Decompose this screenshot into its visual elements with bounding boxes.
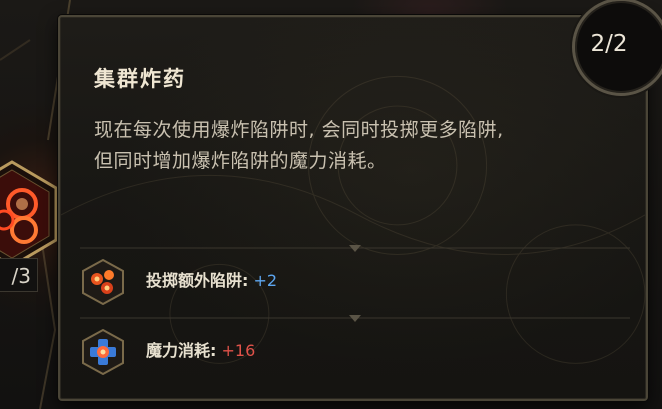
- skill-rank-badge: 2/2: [572, 0, 662, 96]
- stat-label: 投掷额外陷阱:: [146, 271, 249, 290]
- stat-row-extra-traps: 投掷额外陷阱: +2: [80, 253, 630, 309]
- skill-description: 现在每次使用爆炸陷阱时, 会同时投掷更多陷阱, 但同时增加爆炸陷阱的魔力消耗。: [94, 115, 634, 177]
- section-divider: [80, 315, 630, 322]
- skill-title: 集群炸药: [94, 67, 186, 91]
- description-line-1: 现在每次使用爆炸陷阱时, 会同时投掷更多陷阱,: [94, 119, 504, 141]
- skill-tree-screen: /3 集群炸药 现在每次使用爆炸陷阱时, 会同时投掷更多陷阱, 但同时增加爆炸陷…: [0, 0, 662, 409]
- fire-traps-icon: [82, 259, 124, 305]
- stat-value: +2: [253, 271, 278, 290]
- skill-rank-counter: /3: [0, 258, 38, 292]
- explosive-trap-skill-icon[interactable]: [0, 160, 60, 268]
- skill-tooltip: 集群炸药 现在每次使用爆炸陷阱时, 会同时投掷更多陷阱, 但同时增加爆炸陷阱的魔…: [58, 15, 648, 401]
- mana-cost-icon: [82, 329, 124, 375]
- description-line-2: 但同时增加爆炸陷阱的魔力消耗。: [94, 150, 387, 172]
- stat-value: +16: [221, 341, 256, 360]
- skill-rank-text: 2/2: [590, 31, 628, 57]
- stat-extra-traps: 投掷额外陷阱: +2: [146, 267, 277, 291]
- stat-row-mana-cost: 魔力消耗: +16: [80, 323, 630, 379]
- stat-mana-cost: 魔力消耗: +16: [146, 337, 255, 361]
- section-divider: [80, 245, 630, 252]
- stat-label: 魔力消耗:: [146, 341, 217, 360]
